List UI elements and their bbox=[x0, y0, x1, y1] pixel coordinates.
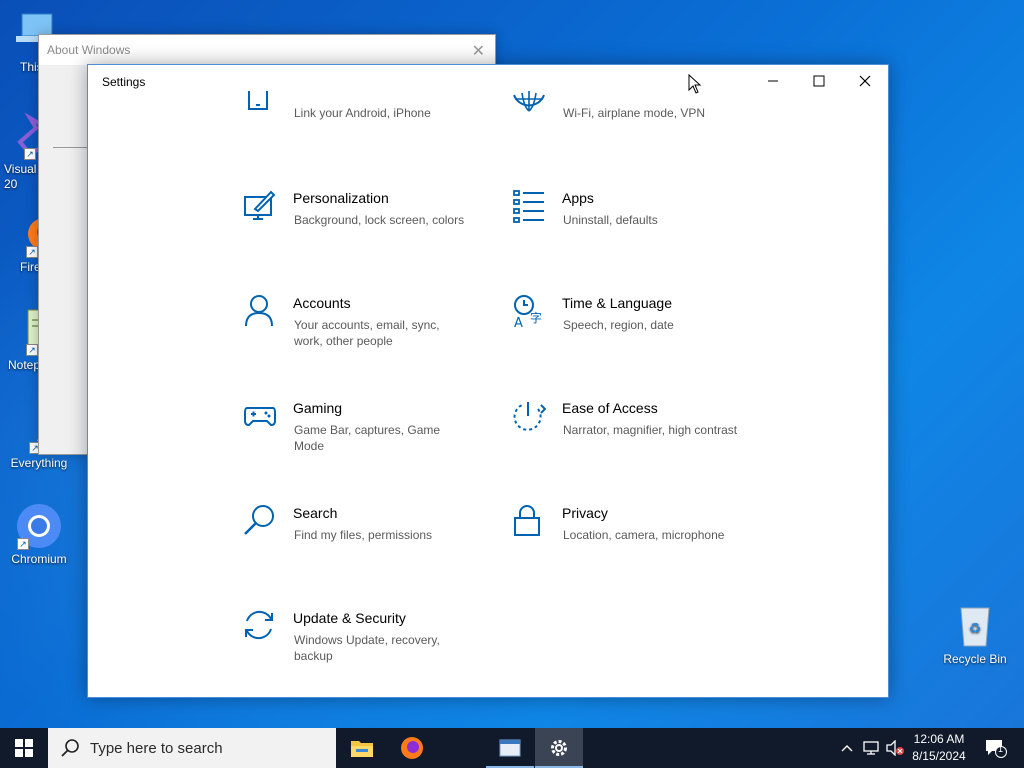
shortcut-arrow-icon: ↗ bbox=[26, 344, 38, 356]
network-icon bbox=[863, 741, 879, 755]
gamepad-icon bbox=[244, 407, 276, 427]
close-icon[interactable]: ✕ bbox=[472, 41, 485, 61]
tile-network[interactable]: Wi-Fi, airplane mode, VPN bbox=[512, 87, 762, 157]
update-icon bbox=[245, 610, 273, 640]
person-icon bbox=[245, 295, 273, 327]
tile-title: Ease of Access bbox=[562, 400, 658, 416]
show-hidden-icons-button[interactable] bbox=[838, 728, 856, 768]
window-app-icon bbox=[499, 739, 521, 757]
maximize-icon bbox=[813, 75, 825, 87]
lock-icon bbox=[514, 505, 540, 536]
network-tray-button[interactable] bbox=[860, 728, 882, 768]
settings-window-title: Settings bbox=[102, 75, 146, 89]
tile-desc: Game Bar, captures, Game Mode bbox=[294, 423, 441, 453]
ease-of-access-icon bbox=[513, 402, 546, 431]
search-icon bbox=[61, 739, 79, 757]
shortcut-arrow-icon: ↗ bbox=[26, 246, 38, 258]
svg-text:字: 字 bbox=[530, 310, 542, 325]
action-center-button[interactable]: 1 bbox=[980, 728, 1012, 768]
tile-search[interactable]: Search Find my files, permissions bbox=[243, 504, 493, 574]
shortcut-arrow-icon: ↗ bbox=[24, 148, 36, 160]
tile-desc: Find my files, permissions bbox=[294, 528, 433, 542]
tile-title: Time & Language bbox=[562, 295, 672, 311]
tile-title: Privacy bbox=[562, 505, 608, 521]
notification-count: 1 bbox=[998, 744, 1004, 754]
tile-desc: Location, camera, microphone bbox=[563, 528, 725, 542]
tile-desc: Narrator, magnifier, high contrast bbox=[563, 423, 738, 437]
svg-text:A: A bbox=[514, 316, 523, 328]
taskbar-settings[interactable] bbox=[535, 728, 583, 768]
gear-icon bbox=[551, 740, 567, 756]
tile-personalization[interactable]: Personalization Background, lock screen,… bbox=[243, 189, 493, 259]
tile-desc: Windows Update, recovery, backup bbox=[294, 633, 440, 663]
minimize-button[interactable] bbox=[750, 65, 796, 97]
tile-phone[interactable]: Link your Android, iPhone bbox=[243, 87, 493, 157]
clock-date: 8/15/2024 bbox=[912, 749, 966, 763]
settings-window[interactable]: Link your Android, iPhone Wi-Fi, airplan… bbox=[87, 64, 889, 698]
tile-desc: Your accounts, email, sync, work, other … bbox=[294, 318, 440, 348]
tile-desc: Wi-Fi, airplane mode, VPN bbox=[563, 106, 706, 120]
tile-ease-of-access[interactable]: Ease of Access Narrator, magnifier, high… bbox=[512, 399, 762, 469]
taskbar-about-windows[interactable] bbox=[486, 728, 534, 768]
desktop-icon-label: Chromium bbox=[11, 552, 67, 566]
tile-title: Accounts bbox=[293, 295, 351, 311]
clock-time: 12:06 AM bbox=[913, 732, 965, 746]
tile-desc: Uninstall, defaults bbox=[563, 213, 658, 227]
desktop: This ↗ Visual 20 ↗ Fire ↗ Notep ↗ Everyt… bbox=[0, 0, 1024, 728]
tile-accounts[interactable]: Accounts Your accounts, email, sync, wor… bbox=[243, 294, 493, 364]
tile-gaming[interactable]: Gaming Game Bar, captures, Game Mode bbox=[243, 399, 493, 469]
personalization-icon bbox=[244, 190, 276, 220]
minimize-icon bbox=[768, 80, 778, 82]
firefox-icon bbox=[401, 737, 423, 759]
time-language-icon: A字 bbox=[514, 295, 542, 328]
shortcut-arrow-icon: ↗ bbox=[17, 538, 29, 550]
desktop-icon-recycle-bin[interactable]: ♻ Recycle Bin bbox=[937, 602, 1013, 666]
tile-desc: Speech, region, date bbox=[563, 318, 674, 332]
windows-logo-icon bbox=[15, 739, 33, 757]
desktop-icon-chromium[interactable]: ↗ Chromium bbox=[1, 502, 77, 566]
phone-icon bbox=[248, 91, 268, 110]
search-placeholder: Type here to search bbox=[90, 739, 223, 757]
taskbar: Type here to search 12:06 AM 8/15/2024 1 bbox=[0, 728, 1024, 768]
mouse-cursor-icon bbox=[688, 74, 702, 94]
globe-icon bbox=[513, 91, 545, 112]
maximize-button[interactable] bbox=[796, 65, 842, 97]
tile-title: Search bbox=[293, 505, 338, 521]
tile-update-security[interactable]: Update & Security Windows Update, recove… bbox=[243, 609, 493, 679]
search-icon bbox=[244, 505, 274, 535]
apps-icon bbox=[513, 190, 544, 223]
settings-tiles: Link your Android, iPhone Wi-Fi, airplan… bbox=[88, 65, 888, 697]
start-button[interactable] bbox=[0, 728, 48, 768]
tile-desc: Background, lock screen, colors bbox=[294, 213, 465, 227]
tile-title: Gaming bbox=[293, 400, 343, 416]
tile-title: Update & Security bbox=[293, 610, 406, 626]
notification-icon bbox=[986, 740, 1007, 758]
about-window-title: About Windows bbox=[39, 35, 495, 65]
taskbar-firefox[interactable] bbox=[388, 728, 436, 768]
folder-icon bbox=[351, 741, 373, 757]
taskbar-file-explorer[interactable] bbox=[338, 728, 386, 768]
tile-apps[interactable]: Apps Uninstall, defaults bbox=[512, 189, 762, 259]
taskbar-clock[interactable]: 12:06 AM 8/15/2024 bbox=[906, 731, 972, 765]
chevron-up-icon bbox=[841, 745, 853, 752]
volume-tray-button[interactable] bbox=[884, 728, 906, 768]
desktop-icon-label: Everything bbox=[10, 456, 68, 470]
tile-title: Apps bbox=[562, 190, 594, 206]
taskbar-search-box[interactable]: Type here to search bbox=[48, 728, 336, 768]
recycle-bin-icon: ♻ bbox=[951, 602, 999, 650]
tile-time-language[interactable]: A字 Time & Language Speech, region, date bbox=[512, 294, 762, 364]
volume-muted-icon bbox=[886, 740, 904, 756]
close-button[interactable] bbox=[842, 65, 888, 97]
close-icon bbox=[859, 75, 871, 87]
svg-text:♻: ♻ bbox=[969, 621, 982, 637]
tile-title: Personalization bbox=[293, 190, 389, 206]
desktop-icon-label: Recycle Bin bbox=[943, 652, 1007, 666]
chromium-icon: ↗ bbox=[15, 502, 63, 550]
tile-privacy[interactable]: Privacy Location, camera, microphone bbox=[512, 504, 762, 574]
tile-desc: Link your Android, iPhone bbox=[294, 106, 431, 120]
